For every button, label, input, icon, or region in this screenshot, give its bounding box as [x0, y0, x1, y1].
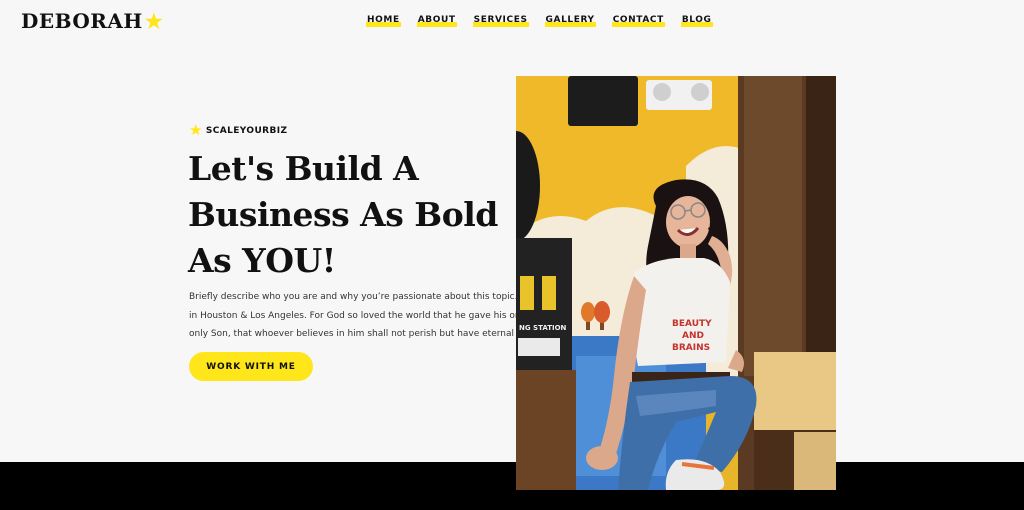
description-line: only Son, that whoever believes in him s… [189, 329, 534, 339]
headline-line: As YOU! [188, 241, 336, 280]
star-icon: ★ [144, 9, 164, 33]
nav-blog[interactable]: BLOG [680, 15, 713, 27]
hero-headline: Let's Build A Business As Bold As YOU! [188, 146, 508, 284]
main-nav: HOME ABOUT SERVICES GALLERY CONTACT BLOG [366, 15, 713, 27]
nav-services[interactable]: SERVICES [472, 15, 529, 27]
bottom-band [0, 462, 1024, 510]
headline-line: Business As Bold [188, 195, 498, 234]
brand-name: DEBORAH [21, 9, 143, 33]
hero-photo: NG STATION BEAUTY AND BRAINS [516, 76, 836, 490]
sign-text: NG STATION [519, 324, 567, 332]
eyebrow-label: SCALEYOURBIZ [205, 125, 288, 136]
work-with-me-button[interactable]: WORK WITH ME [189, 352, 313, 381]
headline-line: Let's Build A [188, 149, 419, 188]
eyebrow: ★ SCALEYOURBIZ [189, 123, 287, 138]
brand-logo[interactable]: DEBORAH ★ [21, 9, 163, 33]
nav-contact[interactable]: CONTACT [611, 15, 665, 27]
shirt-text: BRAINS [672, 343, 710, 353]
star-icon: ★ [189, 121, 203, 139]
shirt-text: BEAUTY [672, 319, 712, 329]
nav-gallery[interactable]: GALLERY [544, 15, 596, 27]
hero-description: Briefly describe who you are and why you… [189, 288, 548, 344]
nav-about[interactable]: ABOUT [416, 15, 457, 27]
description-line: Briefly describe who you are and why you… [189, 292, 548, 302]
shirt-text: AND [682, 331, 704, 341]
description-line: in Houston & Los Angeles. For God so lov… [189, 310, 546, 321]
nav-home[interactable]: HOME [366, 15, 401, 27]
